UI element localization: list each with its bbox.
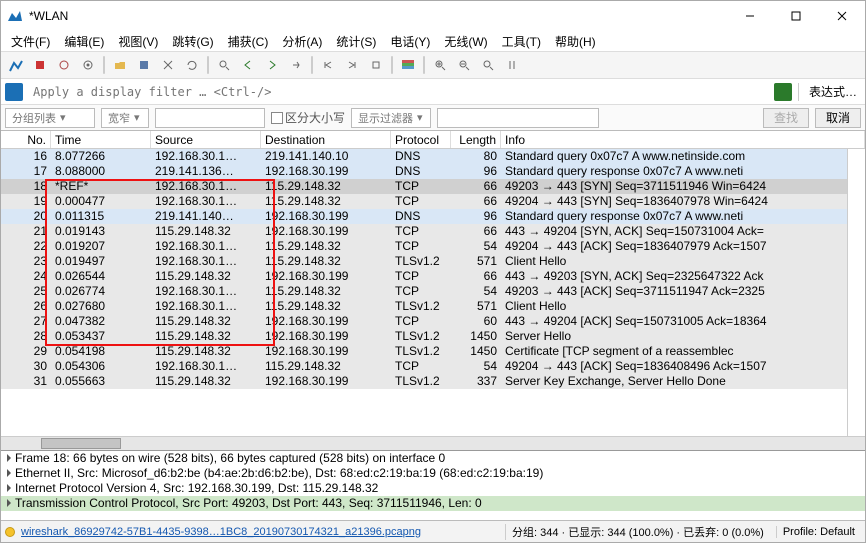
colorize-icon[interactable] — [397, 54, 419, 76]
packet-minimap[interactable] — [847, 149, 865, 436]
stop-capture-icon[interactable] — [29, 54, 51, 76]
last-icon[interactable] — [341, 54, 363, 76]
chevron-down-icon: ▾ — [60, 111, 66, 124]
minimize-button[interactable] — [727, 1, 773, 31]
expand-icon[interactable] — [7, 499, 11, 507]
packet-row[interactable]: 250.026774192.168.30.1…115.29.148.32TCP5… — [1, 284, 865, 299]
expand-icon[interactable] — [7, 454, 11, 462]
menu-telephony[interactable]: 电话(Y) — [384, 31, 436, 52]
case-sensitive-checkbox[interactable]: 区分大小写 — [271, 109, 345, 126]
find-bar: 分组列表▾ 宽窄▾ 区分大小写 显示过滤器▾ 查找 取消 — [1, 105, 865, 131]
menu-edit[interactable]: 编辑(E) — [58, 31, 110, 52]
packet-row[interactable]: 260.027680192.168.30.1…115.29.148.32TLSv… — [1, 299, 865, 314]
menu-capture[interactable]: 捕获(C) — [222, 31, 275, 52]
packet-list-header: No. Time Source Destination Protocol Len… — [1, 131, 865, 149]
start-capture-icon[interactable] — [5, 54, 27, 76]
statusbar: wireshark_86929742-57B1-4435-9398…1BC8_2… — [1, 520, 865, 542]
packet-row[interactable]: 210.019143115.29.148.32192.168.30.199TCP… — [1, 224, 865, 239]
chevron-down-icon: ▾ — [417, 111, 423, 124]
col-no[interactable]: No. — [1, 131, 51, 148]
zoom-reset-icon[interactable] — [477, 54, 499, 76]
close-file-icon[interactable] — [157, 54, 179, 76]
packet-stats: 分组: 344 · 已显示: 344 (100.0%) · 已丢弃: 0 (0.… — [505, 524, 770, 540]
restart-capture-icon[interactable] — [53, 54, 75, 76]
save-file-icon[interactable] — [133, 54, 155, 76]
app-window: *WLAN 文件(F) 编辑(E) 视图(V) 跳转(G) 捕获(C) 分析(A… — [0, 0, 866, 543]
packet-row[interactable]: 178.088000219.141.136…192.168.30.199DNS9… — [1, 164, 865, 179]
display-filter-bar: 表达式… — [1, 79, 865, 105]
capture-file-link[interactable]: wireshark_86929742-57B1-4435-9398…1BC8_2… — [21, 526, 421, 538]
go-fwd-icon[interactable] — [261, 54, 283, 76]
packet-row[interactable]: 18*REF*192.168.30.1…115.29.148.32TCP6649… — [1, 179, 865, 194]
menu-tools[interactable]: 工具(T) — [496, 31, 547, 52]
expand-icon[interactable] — [7, 484, 11, 492]
packet-row[interactable]: 270.047382115.29.148.32192.168.30.199TCP… — [1, 314, 865, 329]
col-destination[interactable]: Destination — [261, 131, 391, 148]
packet-row[interactable]: 280.053437115.29.148.32192.168.30.199TLS… — [1, 329, 865, 344]
search-input[interactable] — [155, 108, 265, 128]
expert-info-icon[interactable] — [5, 527, 15, 537]
expand-icon[interactable] — [7, 469, 11, 477]
capture-options-icon[interactable] — [77, 54, 99, 76]
resize-cols-icon[interactable] — [501, 54, 523, 76]
packet-row[interactable]: 200.011315219.141.140…192.168.30.199DNS9… — [1, 209, 865, 224]
menu-wireless[interactable]: 无线(W) — [438, 31, 493, 52]
menu-file[interactable]: 文件(F) — [5, 31, 56, 52]
col-source[interactable]: Source — [151, 131, 261, 148]
display-filter-input[interactable] — [29, 82, 768, 102]
tree-item: Ethernet II, Src: Microsof_d6:b2:be (b4:… — [1, 466, 865, 481]
reload-icon[interactable] — [181, 54, 203, 76]
chevron-down-icon: ▾ — [134, 111, 140, 124]
find-icon[interactable] — [213, 54, 235, 76]
tree-item: Internet Protocol Version 4, Src: 192.16… — [1, 481, 865, 496]
packet-row[interactable]: 230.019497192.168.30.1…115.29.148.32TLSv… — [1, 254, 865, 269]
menu-analyze[interactable]: 分析(A) — [276, 31, 328, 52]
col-time[interactable]: Time — [51, 131, 151, 148]
packet-list-body[interactable]: 168.077266192.168.30.1…219.141.140.10DNS… — [1, 149, 865, 436]
filter-expression-button[interactable]: 表达式… — [805, 83, 861, 100]
packet-row[interactable]: 300.054306192.168.30.1…115.29.148.32TCP5… — [1, 359, 865, 374]
profile-label[interactable]: Profile: Default — [776, 526, 861, 538]
packet-row[interactable]: 168.077266192.168.30.1…219.141.140.10DNS… — [1, 149, 865, 164]
col-length[interactable]: Length — [451, 131, 501, 148]
tree-item: Frame 18: 66 bytes on wire (528 bits), 6… — [1, 451, 865, 466]
maximize-button[interactable] — [773, 1, 819, 31]
menu-statistics[interactable]: 统计(S) — [330, 31, 382, 52]
cancel-find-button[interactable]: 取消 — [815, 108, 861, 128]
menu-view[interactable]: 视图(V) — [112, 31, 164, 52]
apply-filter-icon[interactable] — [774, 83, 792, 101]
zoom-in-icon[interactable] — [429, 54, 451, 76]
packet-row[interactable]: 190.000477192.168.30.1…115.29.148.32TCP6… — [1, 194, 865, 209]
col-info[interactable]: Info — [501, 131, 865, 148]
close-button[interactable] — [819, 1, 865, 31]
col-protocol[interactable]: Protocol — [391, 131, 451, 148]
first-icon[interactable] — [317, 54, 339, 76]
packet-row[interactable]: 240.026544115.29.148.32192.168.30.199TCP… — [1, 269, 865, 284]
window-title: *WLAN — [29, 9, 727, 23]
menu-help[interactable]: 帮助(H) — [549, 31, 602, 52]
packet-row[interactable]: 310.055663115.29.148.32192.168.30.199TLS… — [1, 374, 865, 389]
search-value-input[interactable] — [437, 108, 599, 128]
menu-go[interactable]: 跳转(G) — [166, 31, 219, 52]
autoscroll-icon[interactable] — [365, 54, 387, 76]
search-filter-dropdown[interactable]: 显示过滤器▾ — [351, 108, 431, 128]
search-scope-dropdown[interactable]: 分组列表▾ — [5, 108, 95, 128]
tree-item: Transmission Control Protocol, Src Port:… — [1, 496, 865, 511]
wireshark-icon — [7, 8, 23, 24]
packet-details-pane[interactable]: Frame 18: 66 bytes on wire (528 bits), 6… — [1, 450, 865, 520]
menubar: 文件(F) 编辑(E) 视图(V) 跳转(G) 捕获(C) 分析(A) 统计(S… — [1, 31, 865, 51]
titlebar: *WLAN — [1, 1, 865, 31]
packet-row[interactable]: 290.054198115.29.148.32192.168.30.199TLS… — [1, 344, 865, 359]
toolbar — [1, 51, 865, 79]
go-back-icon[interactable] — [237, 54, 259, 76]
go-to-icon[interactable] — [285, 54, 307, 76]
packet-list-pane: No. Time Source Destination Protocol Len… — [1, 131, 865, 450]
packet-row[interactable]: 220.019207192.168.30.1…115.29.148.32TCP5… — [1, 239, 865, 254]
find-button[interactable]: 查找 — [763, 108, 809, 128]
zoom-out-icon[interactable] — [453, 54, 475, 76]
filter-bookmark-icon[interactable] — [5, 83, 23, 101]
hscrollbar[interactable] — [1, 436, 865, 450]
open-file-icon[interactable] — [109, 54, 131, 76]
search-charset-dropdown[interactable]: 宽窄▾ — [101, 108, 149, 128]
